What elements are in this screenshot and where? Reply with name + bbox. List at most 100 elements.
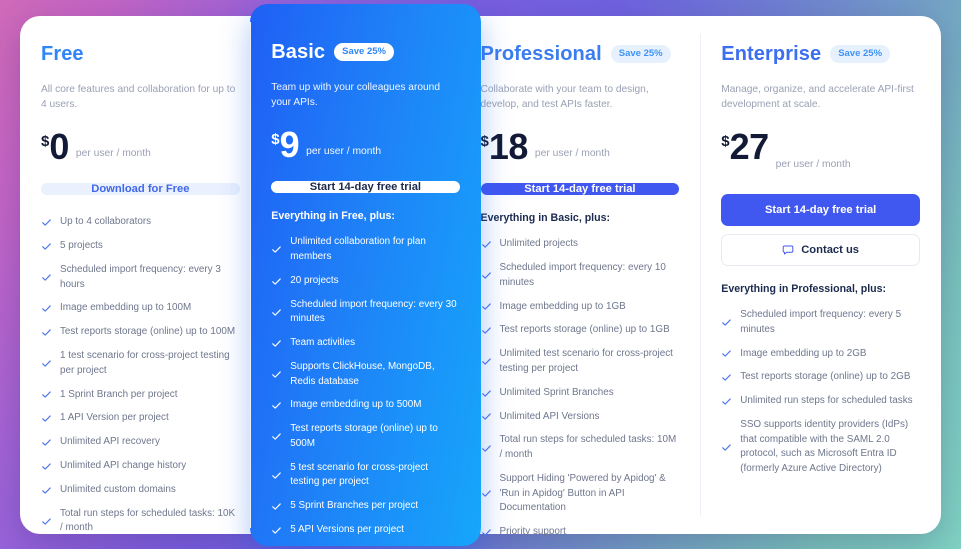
plan-name-professional: Professional (480, 42, 602, 65)
price-amount: 9 (279, 123, 300, 165)
feature-item: Support Hiding 'Powered by Apidog' & 'Ru… (481, 467, 680, 520)
feature-label: Scheduled import frequency: every 5 minu… (740, 309, 902, 335)
feature-item: Image embedding up to 100M (41, 297, 240, 321)
check-icon (481, 239, 492, 250)
check-icon (41, 217, 52, 228)
feature-label: Image embedding up to 100M (60, 302, 192, 314)
feature-item: Unlimited run steps for scheduled tasks (721, 390, 920, 414)
start-trial-button-enterprise[interactable]: Start 14-day free trial (721, 193, 920, 226)
feature-list-enterprise: Scheduled import frequency: every 5 minu… (721, 304, 920, 482)
chat-bubble-icon (782, 244, 794, 256)
plan-header-basic: Basic Save 25% (271, 41, 459, 64)
check-icon (41, 327, 52, 338)
feature-label: Unlimited API change history (60, 460, 187, 472)
feature-label: SSO supports identity providers (IdPs) t… (740, 419, 909, 475)
check-icon (481, 411, 492, 422)
feature-label: Image embedding up to 1GB (499, 300, 626, 312)
check-icon (271, 338, 282, 349)
plan-name-enterprise: Enterprise (721, 42, 822, 65)
feature-label: Team activities (290, 337, 356, 349)
check-icon (271, 369, 282, 380)
pricing-card-free: Free All core features and collaboration… (20, 16, 261, 534)
plan-tagline-enterprise: Manage, organize, and accelerate API-fir… (721, 83, 914, 111)
pricing-card-professional: Professional Save 25% Collaborate with y… (460, 16, 701, 537)
everything-label-enterprise: Everything in Professional, plus: (721, 282, 887, 295)
feature-label: Up to 4 collaborators (60, 216, 152, 228)
check-icon (721, 372, 732, 383)
check-icon (41, 389, 52, 400)
feature-label: Supports ClickHouse, MongoDB, Redis data… (290, 360, 435, 387)
feature-item: 5 API Versions per project (271, 518, 459, 542)
check-icon (41, 485, 52, 496)
check-icon (41, 303, 52, 314)
contact-us-label: Contact us (801, 243, 860, 256)
feature-item: Unlimited API recovery (41, 431, 240, 455)
feature-item: Image embedding up to 500M (271, 394, 459, 418)
feature-item: Unlimited projects (481, 233, 680, 257)
feature-item: Scheduled import frequency: every 30 min… (271, 293, 459, 332)
plan-price-free: $ 0 per user / month (41, 125, 240, 167)
feature-label: 5 Sprint Branches per project (290, 500, 419, 512)
check-icon (481, 443, 492, 454)
feature-item: 5 projects (41, 234, 240, 258)
feature-item: Test reports storage (online) up to 100M (41, 321, 240, 345)
feature-item: Total run steps for scheduled tasks: 1M … (271, 542, 459, 545)
check-icon (481, 388, 492, 399)
check-icon (271, 276, 282, 287)
start-trial-button-basic[interactable]: Start 14-day free trial (271, 180, 460, 193)
feature-item: Unlimited API change history (41, 455, 240, 479)
feature-label: Unlimited Sprint Branches (499, 386, 614, 398)
plan-header-enterprise: Enterprise Save 25% (721, 43, 920, 66)
price-amount: 27 (729, 125, 770, 167)
feature-label: Image embedding up to 2GB (740, 347, 867, 359)
feature-item: Supports ClickHouse, MongoDB, Redis data… (271, 355, 459, 394)
plan-header-professional: Professional Save 25% (481, 43, 680, 66)
price-currency: $ (41, 132, 50, 150)
feature-label: Scheduled import frequency: every 30 min… (290, 298, 457, 325)
price-currency: $ (721, 132, 730, 150)
feature-label: 5 projects (60, 240, 103, 252)
feature-label: Test reports storage (online) up to 1GB (499, 324, 670, 336)
plan-price-professional: $ 18 per user / month (481, 128, 680, 164)
feature-item: Scheduled import frequency: every 10 min… (481, 256, 680, 295)
plan-name-free: Free (41, 42, 84, 65)
everything-label-professional: Everything in Basic, plus: (480, 211, 611, 224)
check-icon (481, 488, 492, 499)
feature-label: Unlimited custom domains (60, 483, 176, 495)
price-amount: 0 (49, 125, 69, 167)
plan-tagline-professional: Collaborate with your team to design, de… (480, 83, 649, 111)
price-period: per user / month (75, 147, 151, 159)
download-for-free-button[interactable]: Download for Free (41, 182, 240, 195)
check-icon (721, 348, 732, 359)
feature-list-basic: Unlimited collaboration for plan members… (271, 231, 459, 546)
check-icon (41, 272, 52, 283)
feature-label: 1 test scenario for cross-project testin… (60, 350, 230, 376)
feature-item: Scheduled import frequency: every 5 minu… (721, 304, 920, 343)
feature-label: Unlimited run steps for scheduled tasks (740, 395, 913, 407)
start-trial-button-professional[interactable]: Start 14-day free trial (480, 182, 680, 195)
feature-label: Test reports storage (online) up to 100M (60, 326, 236, 338)
feature-label: Test reports storage (online) up to 500M (290, 423, 438, 449)
feature-label: Scheduled import frequency: every 10 min… (499, 262, 666, 288)
feature-item: Team activities (271, 331, 459, 355)
feature-item: Test reports storage (online) up to 1GB (481, 319, 680, 343)
feature-label: Unlimited test scenario for cross-projec… (499, 348, 673, 374)
check-icon (481, 270, 492, 281)
feature-list-free: Up to 4 collaborators 5 projects Scheduled… (41, 211, 240, 541)
feature-item: Unlimited custom domains (41, 478, 240, 502)
pricing-card-basic: Basic Save 25% Team up with your colleag… (250, 3, 481, 546)
price-period: per user / month (534, 147, 610, 159)
plan-header-free: Free (41, 43, 240, 66)
feature-label: Image embedding up to 500M (290, 399, 422, 411)
feature-item: 5 Sprint Branches per project (271, 495, 459, 519)
check-icon (481, 325, 492, 336)
check-icon (721, 442, 732, 453)
feature-label: Total run steps for scheduled tasks: 10K… (60, 507, 236, 534)
feature-item: Total run steps for scheduled tasks: 10M… (481, 429, 680, 468)
check-icon (721, 317, 732, 328)
feature-item: SSO supports identity providers (IdPs) t… (721, 414, 920, 482)
feature-label: 5 API Versions per project (290, 524, 404, 536)
feature-item: Test reports storage (online) up to 2GB (721, 366, 920, 390)
pricing-card-enterprise: Enterprise Save 25% Manage, organize, an… (700, 16, 941, 534)
contact-us-button[interactable]: Contact us (721, 233, 920, 266)
